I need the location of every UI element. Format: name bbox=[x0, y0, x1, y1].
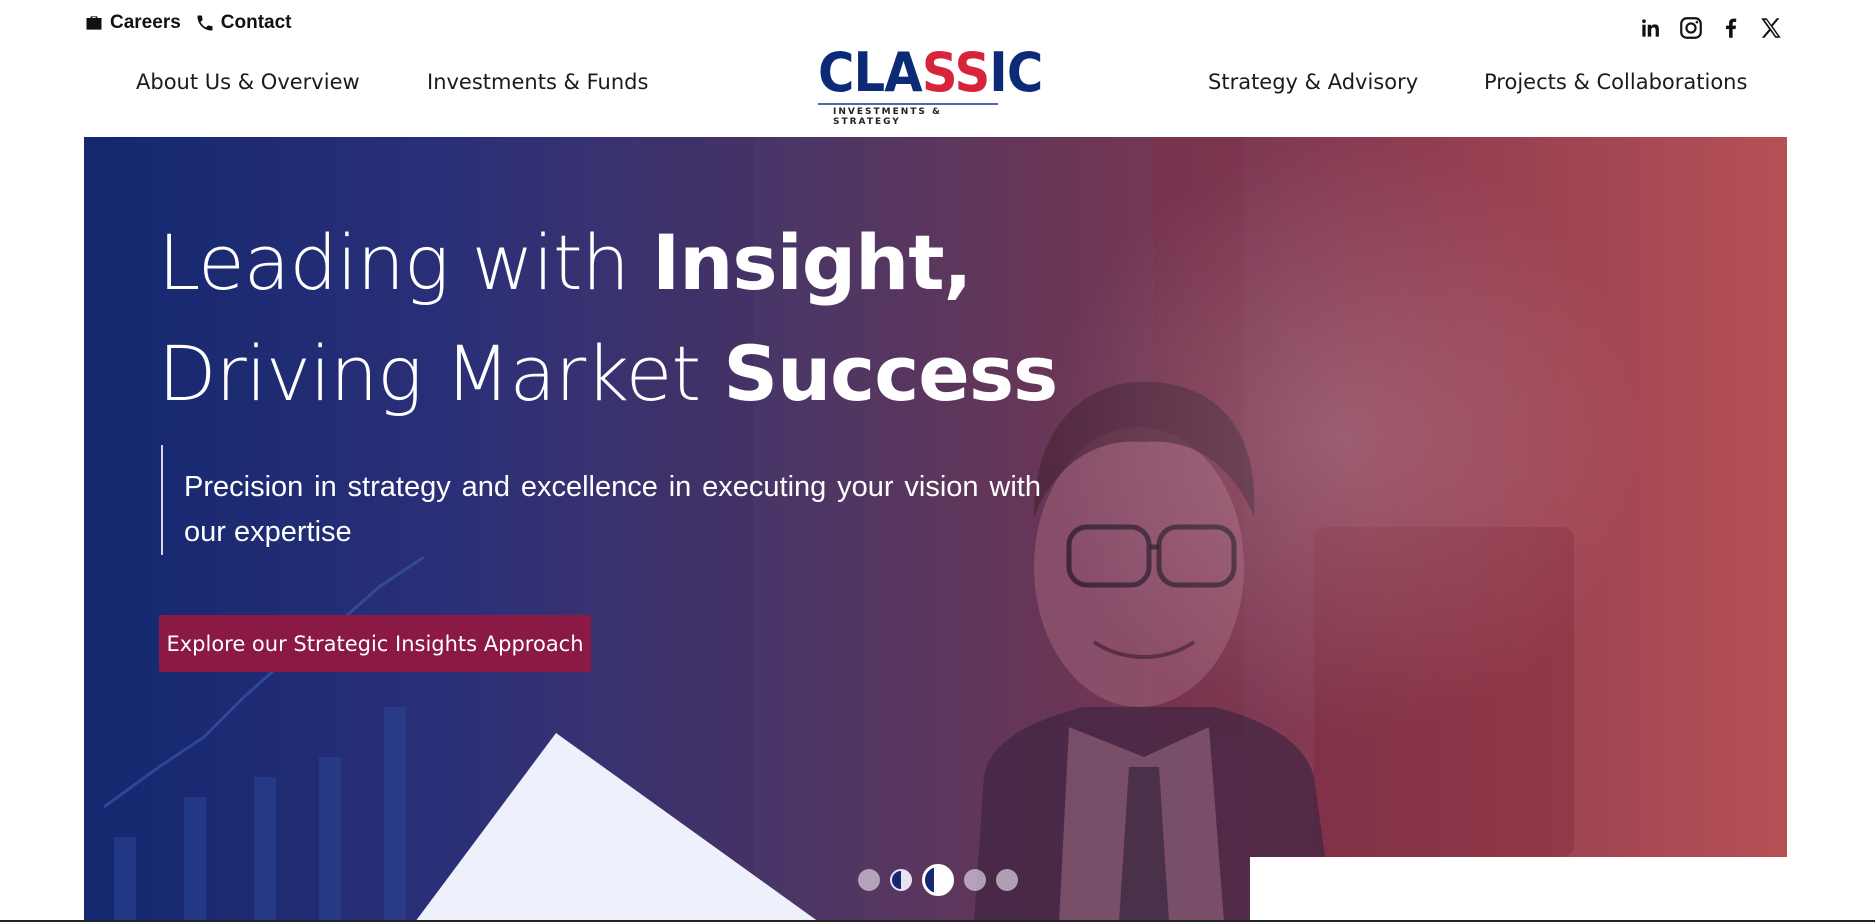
utility-bar: Careers Contact bbox=[84, 12, 292, 34]
nav-projects[interactable]: Projects & Collaborations bbox=[1484, 70, 1747, 94]
nav-strategy[interactable]: Strategy & Advisory bbox=[1208, 70, 1418, 94]
slider-dots bbox=[858, 864, 1018, 896]
slide-dot-2[interactable] bbox=[890, 869, 912, 891]
hero-headline: Leading with Insight, Driving Market Suc… bbox=[158, 207, 1058, 429]
social-links bbox=[1637, 14, 1785, 42]
content-overlap-panel bbox=[1250, 857, 1787, 922]
headline-line2-bold: Success bbox=[723, 329, 1058, 418]
headline-line2-light: Driving Market bbox=[158, 329, 724, 418]
contact-link[interactable]: Contact bbox=[195, 12, 292, 34]
headline-line1-light: Leading with bbox=[158, 218, 653, 307]
briefcase-icon bbox=[86, 16, 102, 30]
slide-dot-3[interactable] bbox=[922, 864, 954, 896]
logo-part-3: IC bbox=[989, 41, 1043, 104]
contact-label: Contact bbox=[220, 12, 292, 33]
x-icon[interactable] bbox=[1757, 14, 1785, 42]
nav-about[interactable]: About Us & Overview bbox=[136, 70, 360, 94]
phone-icon bbox=[197, 15, 213, 31]
logo-tagline: INVESTMENTS & STRATEGY bbox=[833, 107, 942, 127]
headline-line1-bold: Insight, bbox=[652, 218, 972, 307]
linkedin-icon[interactable] bbox=[1637, 14, 1665, 42]
logo-wordmark: CLA SS IC bbox=[818, 41, 1043, 104]
careers-link[interactable]: Careers bbox=[84, 12, 181, 34]
instagram-icon[interactable] bbox=[1677, 14, 1705, 42]
nav-investments[interactable]: Investments & Funds bbox=[427, 70, 648, 94]
slide-dot-5[interactable] bbox=[996, 869, 1018, 891]
logo-part-2: SS bbox=[921, 41, 990, 104]
logo[interactable]: CLA SS IC INVESTMENTS & STRATEGY bbox=[818, 41, 1043, 127]
slide-dot-1[interactable] bbox=[858, 869, 880, 891]
explore-approach-button[interactable]: Explore our Strategic Insights Approach bbox=[159, 615, 591, 672]
logo-part-1: CLA bbox=[818, 41, 923, 104]
hero-banner: Leading with Insight, Driving Market Suc… bbox=[84, 137, 1787, 922]
facebook-icon[interactable] bbox=[1717, 14, 1745, 42]
hero-subtitle: Precision in strategy and excellence in … bbox=[161, 445, 1041, 555]
careers-label: Careers bbox=[110, 12, 181, 33]
slide-dot-4[interactable] bbox=[964, 869, 986, 891]
logo-divider bbox=[818, 103, 998, 105]
